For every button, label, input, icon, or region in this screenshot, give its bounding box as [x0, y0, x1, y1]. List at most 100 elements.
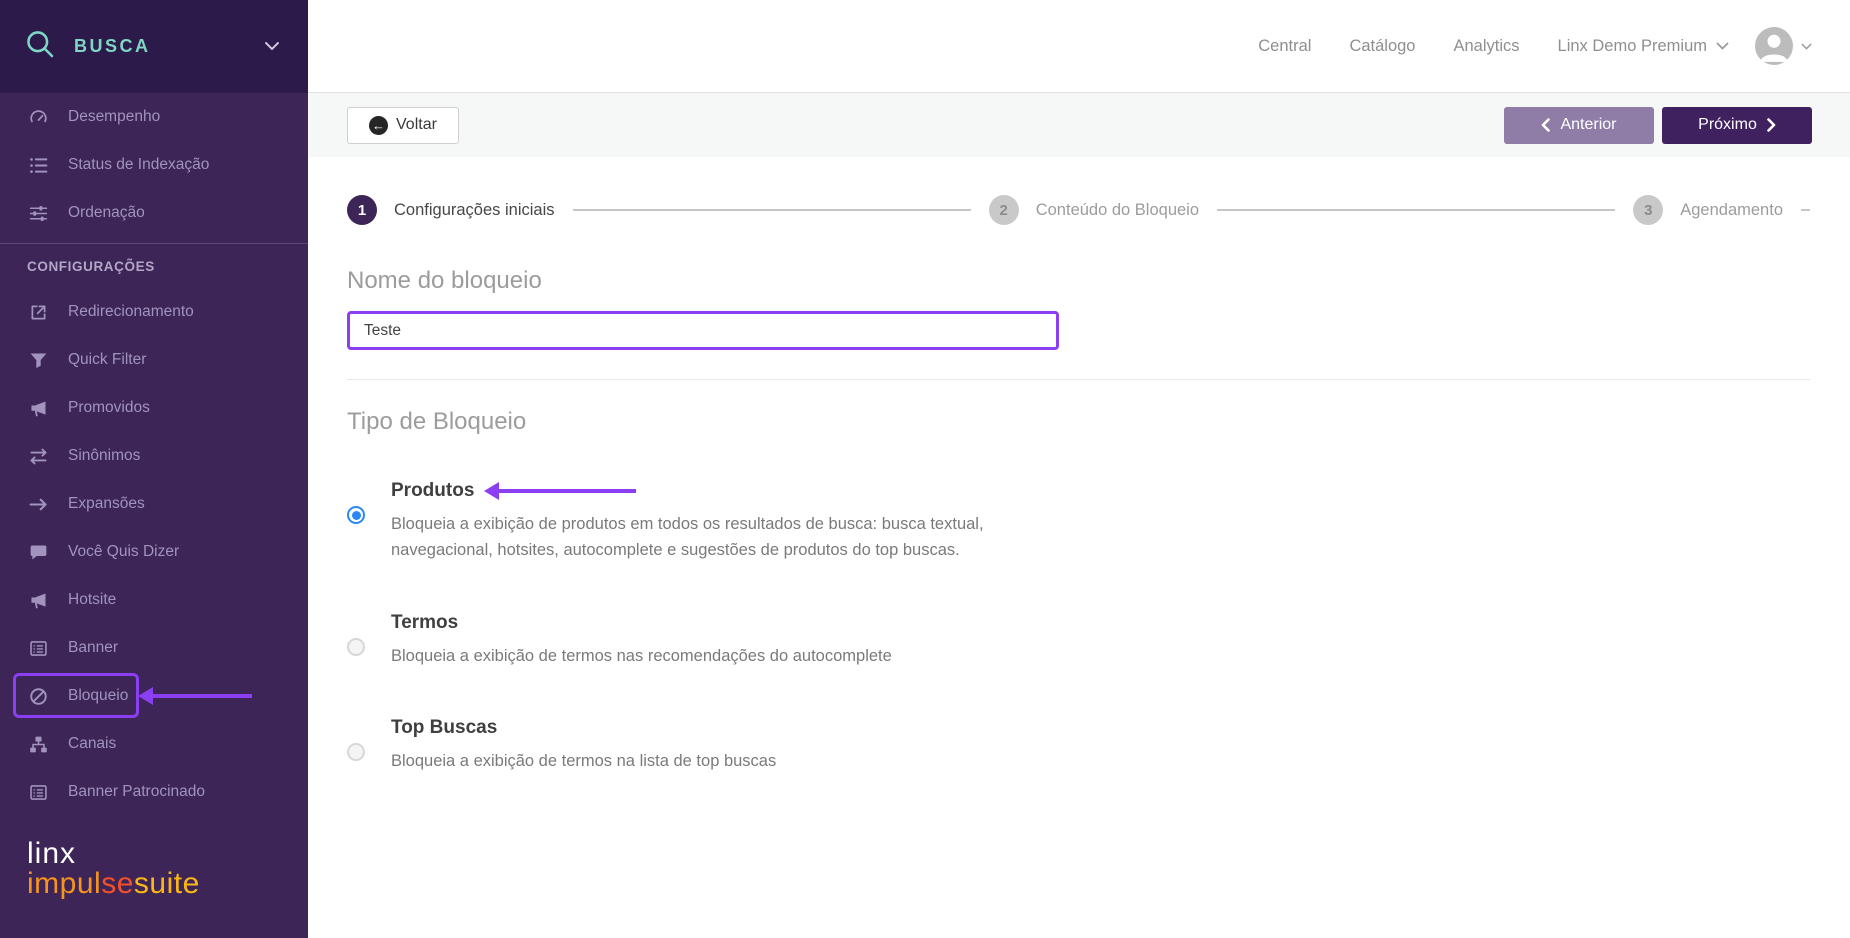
sidebar-item-label: Status de Indexação	[68, 156, 210, 173]
gauge-icon	[27, 106, 49, 128]
option-title: Top Buscas	[391, 717, 498, 739]
external-link-icon	[27, 301, 49, 323]
option-top-buscas[interactable]: Top Buscas Bloqueia a exibição de termos…	[347, 717, 1067, 774]
step-label: Configurações iniciais	[394, 200, 555, 219]
sidebar-item-voce-quis-dizer[interactable]: Você Quis Dizer	[0, 528, 308, 576]
wizard-content: 1 Configurações iniciais 2 Conteúdo do B…	[308, 157, 1850, 938]
step-number: 2	[988, 195, 1019, 225]
sidebar-item-label: Desempenho	[68, 108, 161, 125]
filter-icon	[27, 349, 49, 371]
step-label: Agendamento	[1680, 200, 1783, 219]
logo-impulsesuite: impulsesuite	[27, 867, 200, 901]
chevron-down-icon	[1801, 43, 1812, 50]
step-connector-stub	[1801, 209, 1810, 211]
back-button[interactable]: Voltar	[347, 106, 459, 144]
option-description: Bloqueia a exibição de termos nas recome…	[391, 646, 892, 665]
option-description: Bloqueia a exibição de termos na lista d…	[391, 752, 777, 771]
sidebar-item-redirecionamento[interactable]: Redirecionamento	[0, 288, 308, 336]
step-2-conteudo-do-bloqueio[interactable]: 2 Conteúdo do Bloqueio	[988, 195, 1217, 225]
nav-central[interactable]: Central	[1258, 37, 1311, 56]
sidebar-item-banner[interactable]: Banner	[0, 624, 308, 672]
sidebar-item-label: Hotsite	[68, 591, 117, 608]
sliders-icon	[27, 202, 49, 224]
product-switcher[interactable]: BUSCA	[0, 0, 308, 93]
previous-step-button[interactable]: Anterior	[1504, 106, 1654, 144]
search-icon	[22, 26, 58, 67]
previous-step-label: Anterior	[1560, 116, 1617, 133]
logo-linx: linx	[27, 836, 77, 870]
sidebar-item-label: Banner	[68, 639, 118, 656]
sidebar-item-promovidos[interactable]: Promovidos	[0, 384, 308, 432]
account-name: Linx Demo Premium	[1557, 36, 1707, 55]
chevron-left-icon	[1542, 118, 1551, 132]
sidebar-item-sinonimos[interactable]: Sinônimos	[0, 432, 308, 480]
sidebar-nav: Desempenho Status de Indexação Ordenação…	[0, 93, 308, 816]
nav-analytics[interactable]: Analytics	[1454, 37, 1520, 56]
sidebar-item-banner-patrocinado[interactable]: Banner Patrocinado	[0, 768, 308, 816]
step-connector	[1217, 209, 1616, 211]
account-selector[interactable]: Linx Demo Premium	[1558, 37, 1729, 56]
top-navigation: Central Catálogo Analytics Linx Demo Pre…	[308, 0, 1850, 93]
block-type-options: Produtos Bloqueia a exibição de produtos…	[347, 480, 1810, 775]
sidebar-item-hotsite[interactable]: Hotsite	[0, 576, 308, 624]
circle-arrow-left-icon	[369, 115, 388, 135]
back-button-label: Voltar	[396, 116, 437, 133]
sidebar-item-desempenho[interactable]: Desempenho	[0, 93, 308, 141]
ban-icon	[27, 685, 49, 707]
wizard-stepper: 1 Configurações iniciais 2 Conteúdo do B…	[347, 195, 1810, 225]
user-menu[interactable]	[1755, 27, 1812, 65]
option-body: Termos Bloqueia a exibição de termos nas…	[391, 612, 1067, 669]
step-number: 1	[347, 195, 377, 225]
action-bar: Voltar Anterior Próximo	[308, 93, 1850, 157]
sidebar-item-expansoes[interactable]: Expansões	[0, 480, 308, 528]
option-description: Bloqueia a exibição de produtos em todos…	[391, 515, 984, 560]
main-area: Central Catálogo Analytics Linx Demo Pre…	[308, 0, 1850, 938]
sidebar-item-quick-filter[interactable]: Quick Filter	[0, 336, 308, 384]
step-label: Conteúdo do Bloqueio	[1035, 200, 1200, 219]
sidebar-item-ordenacao[interactable]: Ordenação	[0, 189, 308, 237]
block-name-input[interactable]	[347, 311, 1059, 350]
radio-termos[interactable]	[347, 637, 365, 656]
option-produtos[interactable]: Produtos Bloqueia a exibição de produtos…	[347, 480, 1067, 564]
sidebar-item-label: Sinônimos	[68, 447, 141, 464]
option-body: Top Buscas Bloqueia a exibição de termos…	[391, 717, 1067, 774]
next-step-button[interactable]: Próximo	[1662, 106, 1812, 144]
chevron-down-icon	[1716, 42, 1729, 50]
step-1-configuracoes-iniciais[interactable]: 1 Configurações iniciais	[347, 195, 573, 225]
linx-impulse-suite-logo: linx impulsesuite	[27, 836, 200, 901]
step-connector	[572, 209, 971, 211]
option-termos[interactable]: Termos Bloqueia a exibição de termos nas…	[347, 612, 1067, 669]
banner-icon	[27, 637, 49, 659]
chevron-right-icon	[1767, 118, 1776, 132]
sidebar-item-label: Banner Patrocinado	[68, 783, 206, 800]
step-3-agendamento[interactable]: 3 Agendamento	[1633, 195, 1801, 225]
swap-arrows-icon	[27, 445, 49, 467]
sidebar-item-label: Promovidos	[68, 399, 150, 416]
option-title: Termos	[391, 611, 459, 633]
nav-catalogo[interactable]: Catálogo	[1349, 37, 1415, 56]
sidebar-section-configuracoes: CONFIGURAÇÕES	[27, 258, 155, 274]
chevron-down-icon	[264, 38, 280, 56]
sidebar: BUSCA Desempenho Status de Indexação Ord…	[0, 0, 308, 938]
sidebar-item-label: Redirecionamento	[68, 303, 194, 320]
megaphone-icon	[27, 397, 49, 419]
next-step-label: Próximo	[1698, 116, 1757, 133]
radio-top-buscas[interactable]	[347, 743, 365, 762]
sidebar-item-label: Ordenação	[68, 204, 145, 221]
sidebar-item-canais[interactable]: Canais	[0, 720, 308, 768]
sidebar-item-status-indexacao[interactable]: Status de Indexação	[0, 141, 308, 189]
user-avatar-icon	[1755, 27, 1793, 65]
radio-produtos-selected[interactable]	[347, 506, 365, 524]
list-icon	[27, 154, 49, 176]
sidebar-item-label: Bloqueio	[68, 687, 129, 704]
sidebar-item-label: Expansões	[68, 495, 145, 512]
sidebar-item-bloqueio[interactable]: Bloqueio	[0, 672, 308, 720]
arrow-right-icon	[27, 493, 49, 515]
option-title: Produtos	[391, 480, 475, 501]
block-name-heading: Nome do bloqueio	[347, 267, 542, 294]
step-number: 3	[1633, 195, 1664, 225]
option-body: Produtos Bloqueia a exibição de produtos…	[391, 480, 1067, 564]
annotation-arrow-left-icon	[498, 489, 637, 493]
megaphone-icon	[27, 589, 49, 611]
sidebar-item-label: Canais	[68, 735, 117, 752]
